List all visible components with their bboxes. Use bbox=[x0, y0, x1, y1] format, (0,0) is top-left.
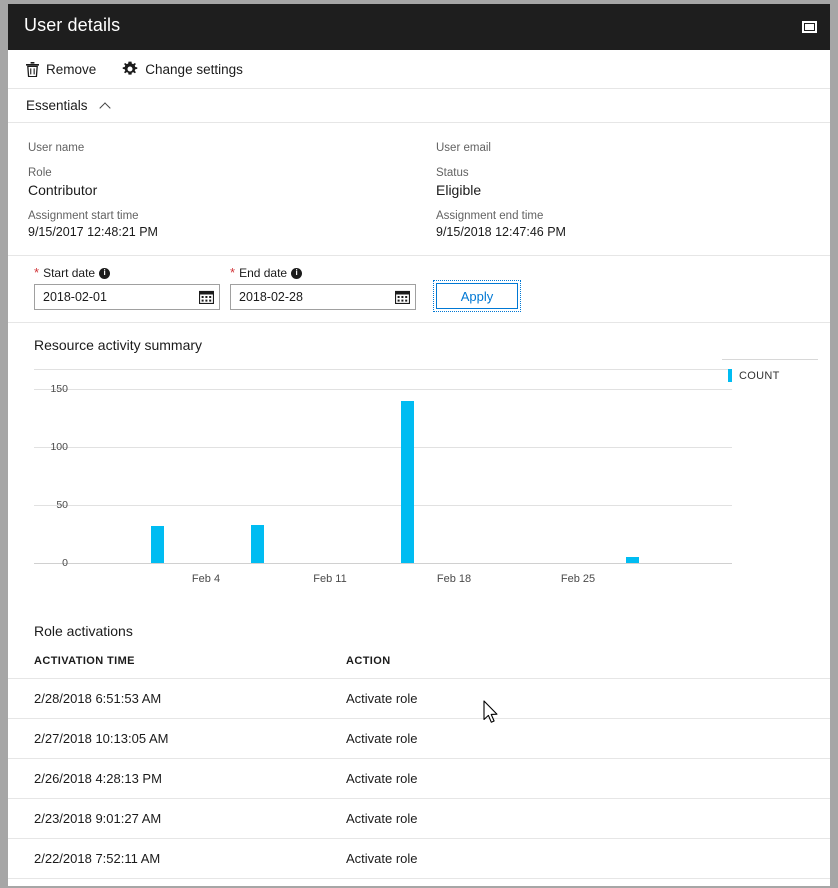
table-body: 2/28/2018 6:51:53 AM Activate role 2/27/20… bbox=[8, 678, 830, 886]
remove-label: Remove bbox=[46, 61, 97, 77]
resource-activity-summary-section: Resource activity summary 0 50 100 150 Feb 4… bbox=[8, 323, 830, 609]
chart-bar[interactable] bbox=[626, 557, 639, 563]
change-settings-button[interactable]: Change settings bbox=[122, 61, 243, 77]
x-axis-tick-label: Feb 25 bbox=[560, 573, 596, 585]
user-email-label: User email bbox=[436, 142, 491, 154]
chart-top-border bbox=[34, 369, 732, 370]
table-row[interactable]: 2/28/2018 6:51:53 AM Activate role bbox=[8, 678, 830, 719]
x-axis-tick-label: Feb 18 bbox=[436, 573, 472, 585]
assignment-end-time-value: 9/15/2018 12:47:46 PM bbox=[436, 225, 566, 239]
end-date-field: * End date i bbox=[230, 266, 416, 310]
role-label: Role bbox=[28, 167, 52, 179]
gear-icon bbox=[122, 61, 138, 77]
end-date-input[interactable] bbox=[231, 290, 383, 304]
legend-swatch-icon bbox=[728, 369, 732, 382]
end-date-label: End date bbox=[239, 266, 288, 280]
start-date-label: Start date bbox=[43, 266, 96, 280]
date-filter-bar: * Start date i 2018-02-01 * End date i 2… bbox=[8, 256, 830, 323]
assignment-end-time-label: Assignment end time bbox=[436, 210, 544, 222]
table-row[interactable]: 2/21/2018 2:16:08 PMActivate role bbox=[8, 878, 830, 886]
chart-title: Resource activity summary bbox=[34, 337, 203, 353]
role-activations-title: Role activations bbox=[34, 623, 133, 639]
table-row[interactable]: 2/27/2018 10:13:05 AM Activate role bbox=[8, 718, 830, 759]
table-row[interactable]: 2/23/2018 9:01:27 AM Activate role bbox=[8, 798, 830, 839]
command-bar: Remove Change settings bbox=[8, 50, 830, 89]
table-row[interactable]: 2/26/2018 4:28:13 PM Activate role bbox=[8, 758, 830, 799]
chart-gridline bbox=[34, 563, 732, 564]
cell-activation-time: 2/23/2018 9:01:27 AM bbox=[8, 798, 338, 839]
end-date-label-row: * End date i bbox=[230, 266, 416, 280]
user-name-label: User name bbox=[28, 142, 85, 154]
page-title: User details bbox=[24, 15, 121, 35]
role-activations-section: Role activations ACTIVATION TIME ACTION … bbox=[8, 623, 830, 886]
cell-activation-time: 2/26/2018 4:28:13 PM bbox=[8, 758, 338, 799]
chart-area: 0 50 100 150 Feb 4 Feb 11 Feb 18 Feb 25 COUNT bbox=[26, 359, 818, 609]
y-axis-tick-label: 150 bbox=[50, 383, 68, 395]
legend-rule bbox=[722, 359, 818, 360]
apply-button[interactable]: Apply bbox=[433, 280, 521, 312]
restore-window-button[interactable] bbox=[798, 16, 820, 38]
end-date-required-marker: * bbox=[230, 265, 236, 280]
cell-activation-time: 2/22/2018 7:52:11 AM bbox=[8, 838, 338, 879]
start-date-input[interactable] bbox=[35, 290, 187, 304]
info-icon[interactable]: i bbox=[99, 267, 111, 279]
table-header-row: ACTIVATION TIME ACTION bbox=[8, 655, 830, 679]
cell-action: Activate role bbox=[338, 798, 830, 839]
cell-action: Activate role bbox=[338, 678, 830, 719]
cell-action: Activate role bbox=[338, 758, 830, 799]
cell-activation-time: 2/27/2018 10:13:05 AM bbox=[8, 718, 338, 759]
cell-activation-time: 2/21/2018 2:16:08 PM bbox=[8, 878, 338, 886]
cell-action: Activate role bbox=[338, 718, 830, 759]
restore-window-icon bbox=[801, 21, 817, 33]
user-details-blade: User details Remove Change settings Esse… bbox=[8, 4, 830, 886]
essentials-column-right: User email Status Eligible Assignment en… bbox=[418, 140, 828, 241]
chart-legend: COUNT bbox=[722, 359, 818, 382]
column-header-activation-time[interactable]: ACTIVATION TIME bbox=[8, 655, 338, 679]
assignment-start-time-label: Assignment start time bbox=[28, 210, 139, 222]
start-date-input-wrap[interactable] bbox=[34, 284, 220, 310]
cell-action: Activate role bbox=[338, 838, 830, 879]
essentials-column-left: User name Role Contributor Assignment st… bbox=[8, 140, 418, 241]
chart-gridline bbox=[34, 389, 732, 390]
end-date-input-wrap[interactable] bbox=[230, 284, 416, 310]
chart-gridline bbox=[34, 447, 732, 448]
cell-action: Activate role bbox=[338, 878, 830, 886]
chart-gridline bbox=[34, 505, 732, 506]
chart-plot[interactable]: 0 50 100 150 Feb 4 Feb 11 Feb 18 Feb 25 bbox=[26, 367, 732, 585]
legend-label: COUNT bbox=[739, 369, 780, 382]
start-date-required-marker: * bbox=[34, 265, 40, 280]
essentials-label: Essentials bbox=[26, 98, 88, 113]
chart-bar[interactable] bbox=[401, 400, 414, 563]
cell-activation-time: 2/28/2018 6:51:53 AM bbox=[8, 678, 338, 719]
calendar-icon[interactable] bbox=[198, 290, 215, 309]
status-value: Eligible bbox=[436, 182, 482, 198]
y-axis-tick-label: 50 bbox=[56, 499, 68, 511]
chart-bar[interactable] bbox=[151, 525, 164, 563]
y-axis-tick-label: 100 bbox=[50, 441, 68, 453]
start-date-label-row: * Start date i bbox=[34, 266, 220, 280]
chevron-up-icon bbox=[100, 102, 111, 109]
chart-bar[interactable] bbox=[251, 524, 264, 563]
assignment-start-time-value: 9/15/2017 12:48:21 PM bbox=[28, 225, 158, 239]
column-header-action[interactable]: ACTION bbox=[338, 655, 830, 679]
y-axis-tick-label: 0 bbox=[62, 557, 68, 569]
title-bar: User details bbox=[8, 4, 830, 50]
essentials-panel: User name Role Contributor Assignment st… bbox=[8, 123, 830, 256]
screen: User details Remove Change settings Esse… bbox=[0, 0, 838, 888]
calendar-icon[interactable] bbox=[394, 290, 411, 309]
legend-item-count[interactable]: COUNT bbox=[722, 369, 818, 382]
remove-button[interactable]: Remove bbox=[26, 61, 97, 77]
role-activations-table: ACTIVATION TIME ACTION 2/28/2018 6:51:53… bbox=[8, 655, 830, 886]
role-value: Contributor bbox=[28, 182, 98, 198]
info-icon[interactable]: i bbox=[291, 267, 303, 279]
trash-icon bbox=[26, 61, 39, 77]
change-settings-label: Change settings bbox=[145, 61, 243, 77]
status-label: Status bbox=[436, 167, 469, 179]
table-row[interactable]: 2/22/2018 7:52:11 AM Activate role bbox=[8, 838, 830, 879]
x-axis-tick-label: Feb 4 bbox=[191, 573, 221, 585]
x-axis-tick-label: Feb 11 bbox=[313, 573, 347, 585]
essentials-toggle[interactable]: Essentials bbox=[8, 89, 830, 123]
start-date-field: * Start date i bbox=[34, 266, 220, 310]
